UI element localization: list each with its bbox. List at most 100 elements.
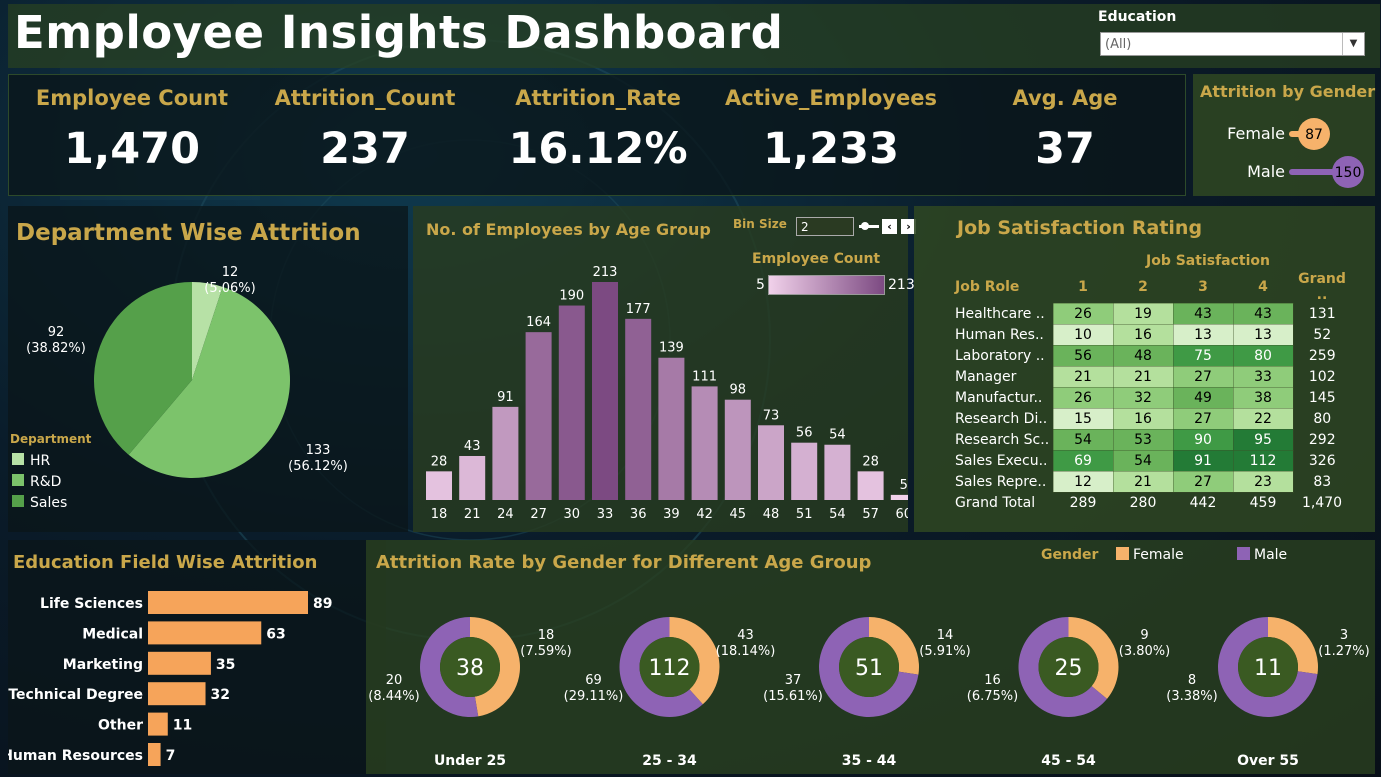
table-cell: 48 xyxy=(1112,344,1174,367)
female-value-label: 43 xyxy=(737,628,754,643)
table-cell: 12 xyxy=(1052,470,1114,493)
age-bar-18[interactable] xyxy=(426,471,452,500)
x-tick-label: 18 xyxy=(431,507,448,522)
age-bar-60[interactable] xyxy=(890,494,908,500)
age-bar-51[interactable] xyxy=(791,442,818,500)
grand-total-cell: 131 xyxy=(1308,305,1336,322)
table-cell: 19 xyxy=(1112,302,1174,325)
age-bar-42[interactable] xyxy=(691,386,718,500)
table-row: Healthcare .. 26 19 43 43 131 xyxy=(955,302,1351,325)
education-bar[interactable] xyxy=(148,682,206,706)
education-filter-label: Education xyxy=(1098,9,1177,25)
bar-value-label: 7 xyxy=(166,748,176,764)
bar-value-label: 139 xyxy=(659,341,684,356)
x-tick-label: 24 xyxy=(497,507,514,522)
grand-total-cell: 83 xyxy=(1313,473,1332,490)
table-cell: 32 xyxy=(1112,386,1174,409)
bar-value-label: 32 xyxy=(211,687,230,703)
legend-item-female[interactable]: Female xyxy=(1116,547,1184,563)
table-cell: 23 xyxy=(1232,470,1294,493)
table-cell: 112 xyxy=(1232,449,1294,472)
education-bar[interactable] xyxy=(148,621,262,645)
age-group-label: 45 - 54 xyxy=(1041,753,1096,769)
education-filter-dropdown[interactable]: (All) ▼ xyxy=(1100,32,1365,56)
table-row: Research Di.. 15 16 27 22 80 xyxy=(955,407,1351,430)
table-row: Sales Repre.. 12 21 27 23 83 xyxy=(955,470,1351,493)
x-tick-label: 45 xyxy=(730,507,747,522)
male-percent-label: (15.61%) xyxy=(763,689,823,704)
female-percent-label: (7.59%) xyxy=(520,644,571,659)
age-group-label: Under 25 xyxy=(434,753,506,769)
grand-total-cell: 292 xyxy=(1308,431,1336,448)
education-bar[interactable] xyxy=(148,712,168,736)
female-value-label: 14 xyxy=(937,628,954,643)
x-tick-label: 57 xyxy=(862,507,879,522)
job-role-cell: Laboratory .. xyxy=(955,347,1045,364)
age-bar-21[interactable] xyxy=(459,455,486,500)
bar-value-label: 5 xyxy=(900,478,908,493)
age-bar-36[interactable] xyxy=(625,318,652,500)
kpi-value: 1,233 xyxy=(762,124,899,174)
x-tick-label: 60 xyxy=(896,507,908,522)
age-bar-57[interactable] xyxy=(857,471,884,500)
bar-value-label: 54 xyxy=(829,428,846,443)
age-bar-24[interactable] xyxy=(492,406,519,500)
male-value-label: 16 xyxy=(984,673,1001,688)
legend-item-male[interactable]: Male xyxy=(1237,547,1287,563)
age-bar-48[interactable] xyxy=(758,425,784,500)
age-bar-27[interactable] xyxy=(525,332,552,500)
table-cell: 15 xyxy=(1052,407,1114,430)
male-value-label: 20 xyxy=(386,673,403,688)
female-percent-label: (3.80%) xyxy=(1119,644,1170,659)
table-cell: 80 xyxy=(1232,344,1294,367)
chevron-down-icon[interactable]: ▼ xyxy=(1342,33,1364,55)
category-label: Medical xyxy=(82,626,143,642)
table-cell: 91 xyxy=(1172,449,1234,472)
age-bar-39[interactable] xyxy=(658,357,685,500)
age-group-label: Over 55 xyxy=(1237,753,1299,769)
table-row: Human Res.. 10 16 13 13 52 xyxy=(955,323,1351,346)
gender-attrition-title: Attrition by Gender xyxy=(1200,82,1376,101)
legend-item-hr[interactable]: HR xyxy=(12,451,67,472)
female-value-label: 18 xyxy=(538,628,555,643)
age-bar-30[interactable] xyxy=(558,305,585,500)
age-bar-45[interactable] xyxy=(724,399,751,500)
col-header: 1 xyxy=(1078,278,1088,295)
col-header: 2 xyxy=(1138,278,1148,295)
table-cell: 21 xyxy=(1112,365,1174,388)
kpi-employee-count: Employee Count 1,470 xyxy=(17,86,247,174)
table-row: Laboratory .. 56 48 75 80 259 xyxy=(955,344,1351,367)
age-bar-54[interactable] xyxy=(824,444,851,500)
table-cell: 27 xyxy=(1172,470,1234,493)
bar-value-label: 43 xyxy=(464,439,481,454)
category-label: Technical Degree xyxy=(8,687,143,703)
legend-item-rnd[interactable]: R&D xyxy=(12,472,67,493)
bar-value-label: 89 xyxy=(313,596,332,612)
education-bar[interactable] xyxy=(148,743,161,766)
male-percent-label: (8.44%) xyxy=(368,689,419,704)
x-tick-label: 36 xyxy=(630,507,647,522)
legend-item-sales[interactable]: Sales xyxy=(12,493,67,514)
male-value-label: 37 xyxy=(785,673,802,688)
education-bar[interactable] xyxy=(148,651,211,675)
job-satisfaction-group-header: Job Satisfaction xyxy=(1146,253,1270,269)
table-cell: 27 xyxy=(1172,407,1234,430)
kpi-value: 37 xyxy=(1035,124,1095,174)
table-cell: 16 xyxy=(1112,323,1174,346)
table-cell: 10 xyxy=(1052,323,1114,346)
kpi-label: Attrition_Count xyxy=(274,86,456,110)
grand-total-cell: 102 xyxy=(1308,368,1336,385)
legend-swatch xyxy=(1116,547,1129,560)
category-label: Marketing xyxy=(63,657,143,673)
table-cell: 54 xyxy=(1052,428,1114,451)
female-percent-label: (18.14%) xyxy=(716,644,776,659)
grand-total-cell: 52 xyxy=(1313,326,1332,343)
kpi-attrition-count: Attrition_Count 237 xyxy=(250,86,480,174)
education-bar[interactable] xyxy=(148,591,308,614)
age-bar-33[interactable] xyxy=(592,282,618,500)
pie-value-label: 12 xyxy=(222,265,239,280)
table-cell: 21 xyxy=(1112,470,1174,493)
job-role-cell: Manager xyxy=(955,368,1017,385)
donut-total-label: 25 xyxy=(1055,656,1083,681)
kpi-active-employees: Active_Employees 1,233 xyxy=(716,86,946,174)
